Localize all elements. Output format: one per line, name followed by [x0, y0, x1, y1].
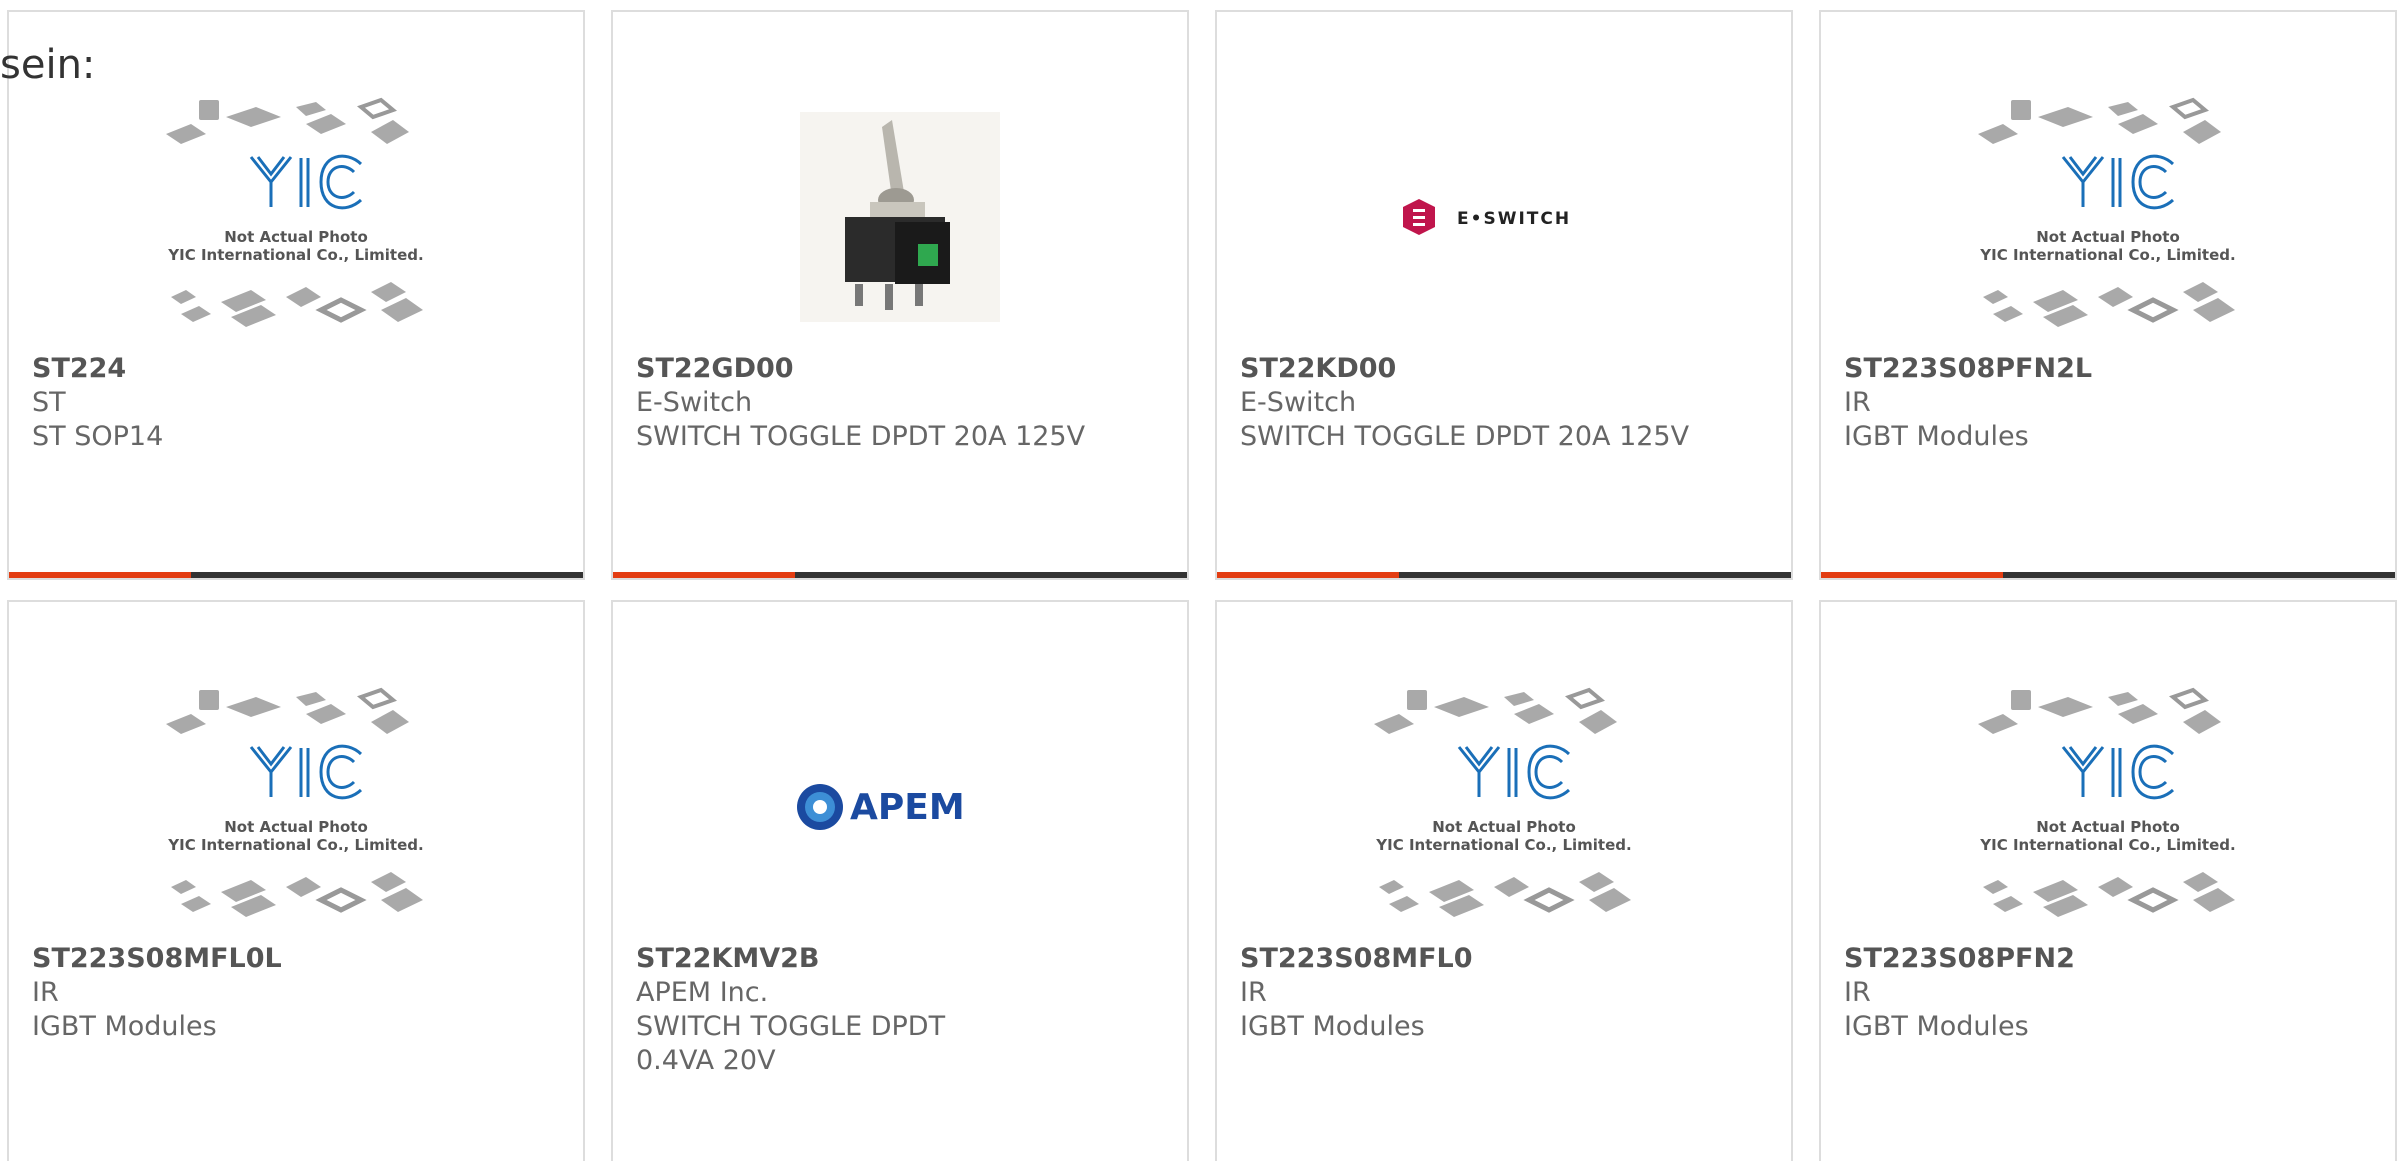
description: SWITCH TOGGLE DPDT 0.4VA 20V [636, 1011, 946, 1076]
product-info: ST224 ST ST SOP14 [32, 352, 560, 454]
eswitch-logo-icon: E•SWITCH [1403, 199, 1571, 235]
card-bottom-bar [613, 572, 1187, 578]
intro-text: sein: [0, 42, 96, 88]
part-number[interactable]: ST223S08PFN2 [1844, 942, 2372, 976]
svg-text:Not Actual Photo: Not Actual Photo [224, 228, 368, 246]
manufacturer: APEM Inc. [636, 977, 769, 1008]
product-card-st223s08pfn2[interactable]: Not Actual Photo YIC International Co., … [1819, 600, 2397, 1161]
description: SWITCH TOGGLE DPDT 20A 125V [1240, 421, 1690, 452]
description: IGBT Modules [1844, 421, 2029, 452]
svg-text:YIC International Co., Limited: YIC International Co., Limited. [1375, 836, 1631, 854]
product-info: ST22KD00 E-Switch SWITCH TOGGLE DPDT 20A… [1240, 352, 1768, 454]
product-card-st22kmv2b[interactable]: APEM ST22KMV2B APEM Inc. SWITCH TOGGLE D… [611, 600, 1189, 1161]
part-number[interactable]: ST223S08PFN2L [1844, 352, 2372, 386]
yic-placeholder-icon: Not Actual Photo YIC International Co., … [166, 687, 424, 917]
product-card-st22kd00[interactable]: E•SWITCH ST22KD00 E-Switch SWITCH TOGGLE… [1215, 10, 1793, 580]
description: IGBT Modules [1240, 1011, 1425, 1042]
product-card-st223s08mfl0[interactable]: Not Actual Photo YIC International Co., … [1215, 600, 1793, 1161]
description: IGBT Modules [32, 1011, 217, 1042]
svg-text:YIC International Co., Limited: YIC International Co., Limited. [167, 836, 423, 854]
part-number[interactable]: ST224 [32, 352, 560, 386]
product-info: ST22GD00 E-Switch SWITCH TOGGLE DPDT 20A… [636, 352, 1164, 454]
part-number[interactable]: ST22KMV2B [636, 942, 1164, 976]
yic-placeholder-icon: Not Actual Photo YIC International Co., … [1978, 97, 2236, 327]
manufacturer: E-Switch [1240, 387, 1357, 418]
svg-text:YIC International Co., Limited: YIC International Co., Limited. [1979, 246, 2235, 264]
product-card-st224[interactable]: Not Actual Photo YIC International Co., … [7, 10, 585, 580]
toggle-switch-photo-icon [800, 112, 1000, 322]
product-image: Not Actual Photo YIC International Co., … [9, 82, 583, 352]
part-number[interactable]: ST22KD00 [1240, 352, 1768, 386]
svg-text:Not Actual Photo: Not Actual Photo [1432, 818, 1576, 836]
card-bottom-bar [1217, 572, 1791, 578]
part-number[interactable]: ST22GD00 [636, 352, 1164, 386]
product-grid-page: sein: Not Actual Photo YIC International… [0, 0, 2400, 1161]
svg-text:Not Actual Photo: Not Actual Photo [2036, 818, 2180, 836]
manufacturer: IR [1240, 977, 1267, 1008]
product-image [613, 82, 1187, 352]
product-info: ST223S08MFL0 IR IGBT Modules [1240, 942, 1768, 1044]
product-image: Not Actual Photo YIC International Co., … [1821, 672, 2395, 942]
svg-text:E•SWITCH: E•SWITCH [1457, 209, 1571, 229]
manufacturer: E-Switch [636, 387, 753, 418]
product-info: ST223S08MFL0L IR IGBT Modules [32, 942, 560, 1044]
manufacturer: ST [32, 387, 66, 418]
product-card-st223s08mfl0l[interactable]: Not Actual Photo YIC International Co., … [7, 600, 585, 1161]
yic-placeholder-icon: Not Actual Photo YIC International Co., … [166, 97, 424, 327]
yic-placeholder-icon: Not Actual Photo YIC International Co., … [1374, 687, 1632, 917]
svg-text:YIC International Co., Limited: YIC International Co., Limited. [167, 246, 423, 264]
manufacturer: IR [1844, 977, 1871, 1008]
svg-text:APEM: APEM [850, 787, 965, 828]
card-bottom-bar [1821, 572, 2395, 578]
product-image: APEM [613, 672, 1187, 942]
svg-text:Not Actual Photo: Not Actual Photo [2036, 228, 2180, 246]
product-image: Not Actual Photo YIC International Co., … [9, 672, 583, 942]
product-card-st22gd00[interactable]: ST22GD00 E-Switch SWITCH TOGGLE DPDT 20A… [611, 10, 1189, 580]
product-image: Not Actual Photo YIC International Co., … [1217, 672, 1791, 942]
product-info: ST223S08PFN2L IR IGBT Modules [1844, 352, 2372, 454]
svg-text:YIC International Co., Limited: YIC International Co., Limited. [1979, 836, 2235, 854]
part-number[interactable]: ST223S08MFL0 [1240, 942, 1768, 976]
product-image: Not Actual Photo YIC International Co., … [1821, 82, 2395, 352]
product-info: ST22KMV2B APEM Inc. SWITCH TOGGLE DPDT 0… [636, 942, 1164, 1078]
apem-logo-icon: APEM [797, 784, 965, 830]
description: SWITCH TOGGLE DPDT 20A 125V [636, 421, 1086, 452]
svg-text:Not Actual Photo: Not Actual Photo [224, 818, 368, 836]
product-image: E•SWITCH [1217, 82, 1791, 352]
manufacturer: IR [32, 977, 59, 1008]
product-info: ST223S08PFN2 IR IGBT Modules [1844, 942, 2372, 1044]
description: ST SOP14 [32, 421, 164, 452]
description: IGBT Modules [1844, 1011, 2029, 1042]
card-bottom-bar [9, 572, 583, 578]
yic-placeholder-icon: Not Actual Photo YIC International Co., … [1978, 687, 2236, 917]
manufacturer: IR [1844, 387, 1871, 418]
part-number[interactable]: ST223S08MFL0L [32, 942, 560, 976]
product-card-st223s08pfn2l[interactable]: Not Actual Photo YIC International Co., … [1819, 10, 2397, 580]
